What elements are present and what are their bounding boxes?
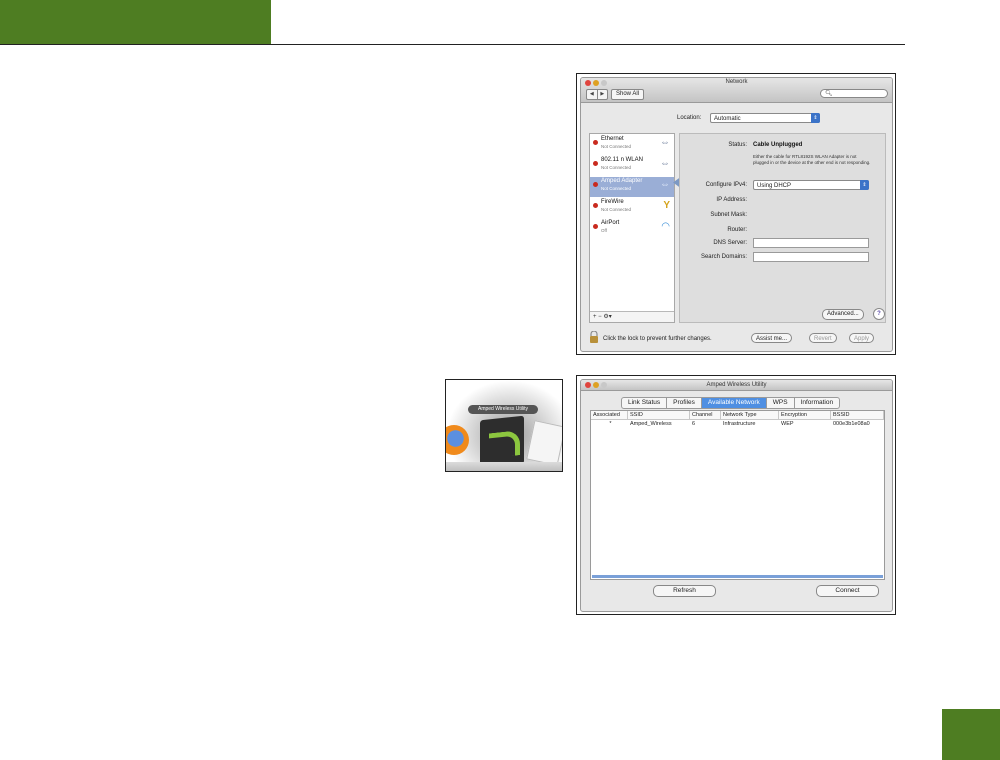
- service-item-wlan[interactable]: 802.11 n WLAN Not Connected ⇔: [590, 156, 674, 176]
- dock-tooltip: Amped Wireless Utility: [468, 405, 538, 414]
- router-label: Router:: [727, 227, 747, 233]
- assist-me-button[interactable]: Assist me...: [751, 333, 793, 343]
- location-value: Automatic: [714, 116, 741, 122]
- connect-button[interactable]: Connect: [816, 585, 879, 597]
- configure-ipv4-label: Configure IPv4:: [705, 182, 747, 188]
- service-detail-pane: Status: Cable Unplugged Either the cable…: [679, 133, 886, 323]
- forward-button[interactable]: ▶: [596, 90, 608, 99]
- tab-available-network[interactable]: Available Network: [700, 398, 766, 408]
- network-window: Network ◀ ▶ Show All 🔍︎ Location: Automa…: [580, 77, 893, 352]
- location-select[interactable]: Automatic ⇕: [710, 113, 820, 123]
- service-status: Not Connected: [601, 207, 632, 212]
- status-label: Status:: [728, 142, 747, 148]
- advanced-button[interactable]: Advanced...: [822, 309, 864, 320]
- status-dot-icon: [593, 140, 598, 145]
- status-dot-icon: [593, 161, 598, 166]
- revert-button[interactable]: Revert: [809, 333, 837, 343]
- service-name: Ethernet: [601, 136, 624, 142]
- amped-wireless-utility-icon[interactable]: [480, 415, 524, 469]
- tab-information[interactable]: Information: [793, 398, 840, 408]
- help-button[interactable]: ?: [873, 308, 885, 320]
- utility-titlebar: Amped Wireless Utility: [581, 380, 892, 391]
- apply-button[interactable]: Apply: [849, 333, 875, 343]
- show-all-button[interactable]: Show All: [611, 89, 645, 100]
- service-name: AirPort: [601, 220, 620, 226]
- tab-link-status[interactable]: Link Status: [622, 398, 666, 408]
- network-titlebar: Network ◀ ▶ Show All 🔍︎: [581, 78, 892, 103]
- nav-buttons: ◀ ▶: [586, 89, 608, 100]
- utility-screenshot-frame: Amped Wireless Utility Link Status Profi…: [576, 375, 896, 615]
- table-cell: 000e3b1e08a0: [833, 421, 870, 427]
- service-status: Not Connected: [601, 165, 632, 170]
- ethernet-icon: ⇔: [660, 158, 670, 169]
- table-cell: Infrastructure: [723, 421, 756, 427]
- configure-ipv4-value: Using DHCP: [757, 183, 792, 189]
- ethernet-icon: ⇔: [660, 137, 670, 148]
- select-arrows-icon: ⇕: [860, 180, 869, 190]
- table-header: Associated SSID Channel Network Type Enc…: [591, 411, 884, 420]
- service-name: 802.11 n WLAN: [601, 157, 643, 163]
- signal-mark-icon: [489, 430, 520, 459]
- horizontal-scrollbar[interactable]: [592, 575, 883, 578]
- back-button[interactable]: ◀: [587, 90, 597, 99]
- select-arrows-icon: ⇕: [811, 113, 820, 123]
- network-screenshot-frame: Network ◀ ▶ Show All 🔍︎ Location: Automa…: [576, 73, 896, 355]
- status-dot-icon: [593, 182, 598, 187]
- table-cell: 6: [692, 421, 696, 427]
- status-value: Cable Unplugged: [753, 142, 803, 148]
- search-domains-label: Search Domains:: [700, 254, 747, 260]
- tab-profiles[interactable]: Profiles: [666, 398, 701, 408]
- tab-wps[interactable]: WPS: [765, 398, 794, 408]
- header-green-tab: [0, 0, 271, 45]
- table-cell: *: [609, 421, 612, 427]
- column-header[interactable]: Channel: [690, 411, 721, 419]
- utility-window: Amped Wireless Utility Link Status Profi…: [580, 379, 893, 612]
- status-description: Either the cable for RTL8192S WLAN Adapt…: [753, 154, 871, 165]
- table-row[interactable]: * Amped_Wireless 6 Infrastructure WEP 00…: [591, 420, 884, 428]
- lock-text: Click the lock to prevent further change…: [603, 336, 712, 342]
- dns-server-label: DNS Server:: [713, 240, 747, 246]
- service-item-airport[interactable]: AirPort Off ◠: [590, 219, 674, 239]
- service-list-toolbar[interactable]: + − ⚙▾: [590, 311, 674, 322]
- column-header[interactable]: Associated: [591, 411, 628, 419]
- service-status: Not Connected: [601, 186, 632, 191]
- service-item-ethernet[interactable]: Ethernet Not Connected ⇔: [590, 135, 674, 155]
- column-header[interactable]: Encryption: [779, 411, 831, 419]
- configure-ipv4-select[interactable]: Using DHCP ⇕: [753, 180, 869, 190]
- service-item-firewire[interactable]: FireWire Not Connected Y: [590, 198, 674, 218]
- refresh-button[interactable]: Refresh: [653, 585, 716, 597]
- service-name: Amped Adapter: [601, 178, 643, 184]
- available-network-table: Associated SSID Channel Network Type Enc…: [590, 410, 885, 580]
- service-name: FireWire: [601, 199, 624, 205]
- column-header[interactable]: Network Type: [721, 411, 779, 419]
- status-dot-icon: [593, 203, 598, 208]
- ip-address-label: IP Address:: [716, 197, 747, 203]
- wifi-icon: ◠: [661, 221, 670, 232]
- dock-screenshot-frame: Amped Wireless Utility: [445, 379, 563, 472]
- service-status: Off: [601, 228, 607, 233]
- dock-shelf: [446, 462, 562, 471]
- search-icon: 🔍︎: [825, 91, 833, 97]
- utility-tabs: Link Status Profiles Available Network W…: [621, 397, 841, 409]
- location-label: Location:: [677, 115, 702, 121]
- header-rule: [0, 44, 905, 45]
- dns-server-field[interactable]: [753, 238, 869, 248]
- search-domains-field[interactable]: [753, 252, 869, 262]
- utility-window-title: Amped Wireless Utility: [706, 382, 767, 388]
- ethernet-icon: ⇔: [660, 179, 670, 190]
- column-header[interactable]: SSID: [628, 411, 690, 419]
- subnet-mask-label: Subnet Mask:: [710, 212, 747, 218]
- table-cell: Amped_Wireless: [630, 421, 672, 427]
- network-window-title: Network: [725, 79, 748, 85]
- column-header[interactable]: BSSID: [831, 411, 884, 419]
- service-list: Ethernet Not Connected ⇔ 802.11 n WLAN N…: [589, 133, 675, 323]
- page-badge: [942, 709, 1000, 760]
- status-dot-icon: [593, 224, 598, 229]
- service-status: Not Connected: [601, 144, 632, 149]
- service-item-amped-adapter[interactable]: Amped Adapter Not Connected ⇔: [590, 177, 674, 197]
- table-cell: WEP: [781, 421, 794, 427]
- firewire-icon: Y: [663, 200, 670, 211]
- search-field[interactable]: 🔍︎: [820, 89, 888, 98]
- lock-icon[interactable]: [589, 331, 599, 343]
